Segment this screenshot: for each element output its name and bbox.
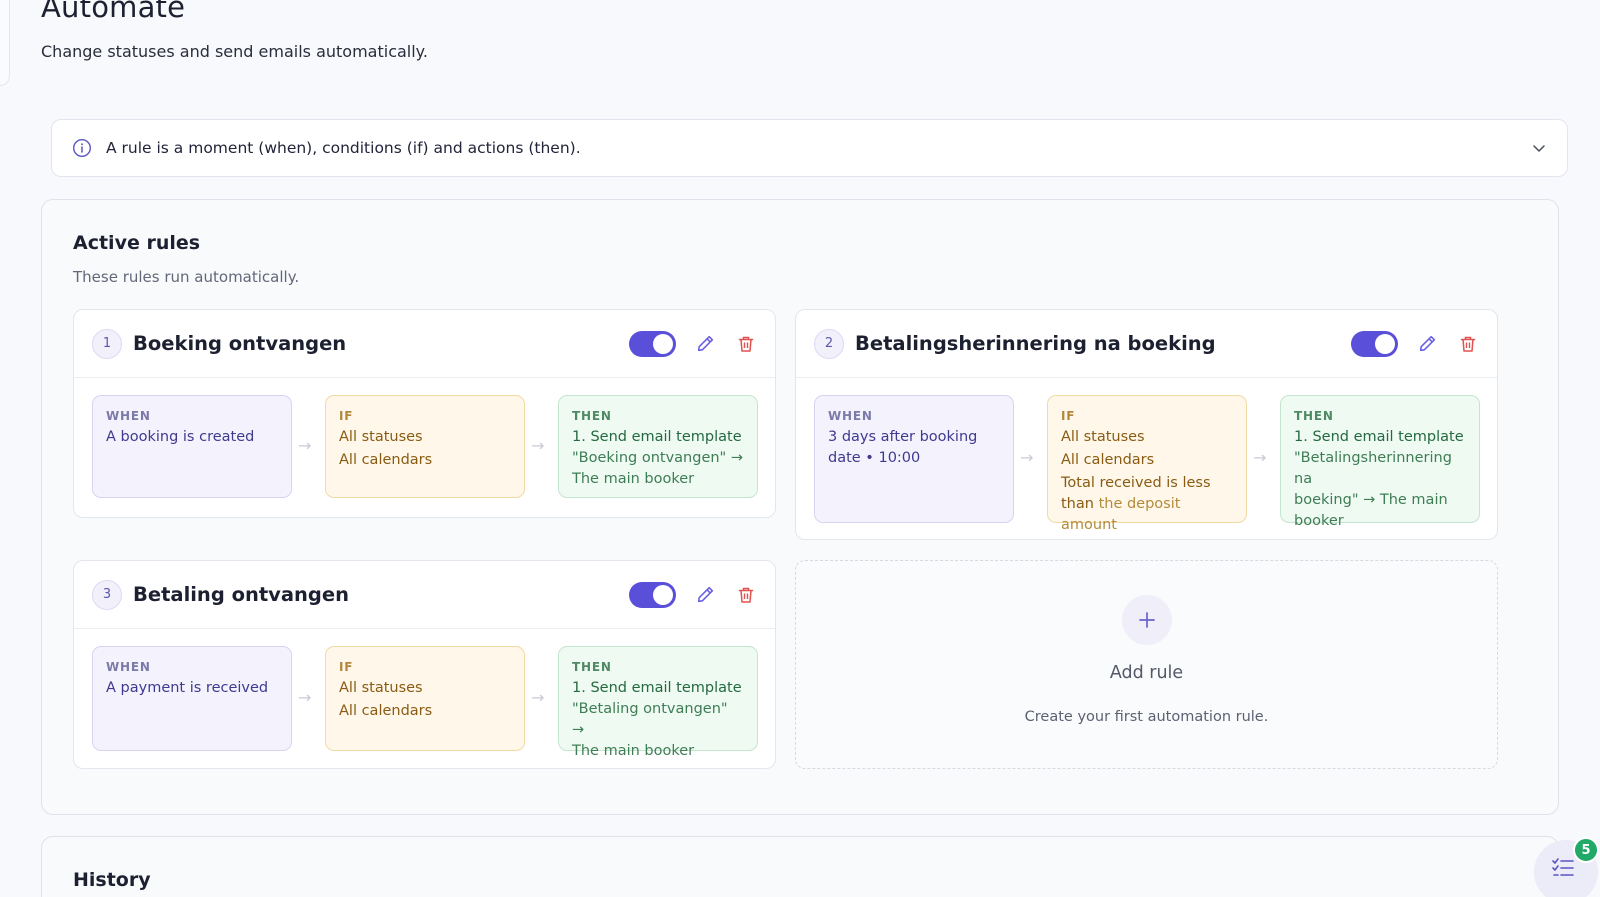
then-action-template: boeking" → The main (1294, 492, 1448, 508)
when-text: 3 days after booking (828, 429, 978, 445)
rule-card-1: 1 Boeking ontvangen WHEN A booking is cr… (73, 309, 776, 518)
checklist-icon (1551, 857, 1575, 879)
then-label: THEN (1294, 409, 1334, 423)
history-section: History (41, 836, 1559, 897)
then-action: 1. Send email template (572, 680, 742, 696)
if-box: IF All statuses All calendars Total rece… (1047, 395, 1247, 533)
add-rule-subtitle: Create your first automation rule. (1024, 709, 1269, 725)
info-accordion[interactable]: A rule is a moment (when), conditions (i… (51, 119, 1568, 177)
plus-icon[interactable] (1122, 595, 1172, 645)
arrow-right-icon: → (298, 688, 312, 707)
when-label: WHEN (106, 660, 151, 674)
rule-title: Boeking ontvangen (133, 332, 347, 355)
rule-header: 1 Boeking ontvangen (74, 310, 775, 378)
arrow-right-icon: → (1253, 448, 1267, 467)
page-title: Automate (41, 0, 186, 24)
arrow-right-icon: → (1020, 448, 1034, 467)
when-text: A booking is created (106, 429, 255, 445)
then-box: THEN 1. Send email template "Boeking ont… (558, 395, 758, 498)
if-box: IF All statuses All calendars (325, 646, 525, 751)
if-label: IF (339, 409, 354, 423)
info-circle-icon (72, 138, 92, 158)
add-rule-card[interactable]: Add rule Create your first automation ru… (795, 560, 1498, 769)
edit-pencil-icon[interactable] (694, 333, 716, 355)
rule-number-badge: 1 (92, 328, 122, 359)
if-condition-value: than the deposit amount (1061, 494, 1233, 536)
info-text: A rule is a moment (when), conditions (i… (106, 139, 581, 157)
rule-title: Betalingsherinnering na boeking (855, 332, 1216, 355)
edit-pencil-icon[interactable] (694, 584, 716, 606)
if-label: IF (339, 660, 354, 674)
then-action-template: "Betaling ontvangen" → (572, 701, 728, 738)
then-action-recipient: The main booker (572, 471, 695, 487)
notification-count-badge: 5 (1573, 837, 1599, 863)
if-condition: All statuses (339, 429, 423, 445)
sidebar-edge (0, 0, 10, 86)
if-condition: All calendars (339, 703, 433, 719)
add-rule-label: Add rule (1109, 663, 1184, 683)
trash-icon[interactable] (735, 584, 757, 606)
when-text: A payment is received (106, 680, 269, 696)
active-rules-section: Active rules These rules run automatical… (41, 199, 1559, 815)
if-condition: All calendars (339, 452, 433, 468)
section-title: Active rules (73, 232, 201, 254)
when-box: WHEN 3 days after booking date • 10:00 (814, 395, 1014, 523)
page-subtitle: Change statuses and send emails automati… (41, 42, 428, 61)
rule-enabled-toggle[interactable] (629, 581, 676, 608)
trash-icon[interactable] (1457, 333, 1479, 355)
then-action-recipient: The main booker (572, 743, 695, 759)
section-subtitle: These rules run automatically. (73, 268, 300, 286)
edit-pencil-icon[interactable] (1416, 333, 1438, 355)
then-label: THEN (572, 660, 612, 674)
if-condition: All statuses (339, 680, 423, 696)
if-label: IF (1061, 409, 1076, 423)
then-action-template: "Betalingsherinnering na (1294, 450, 1452, 487)
then-action: 1. Send email template (572, 429, 742, 445)
rule-number-badge: 2 (814, 328, 844, 359)
history-title: History (73, 869, 151, 891)
chevron-down-icon[interactable] (1531, 140, 1547, 156)
then-box: THEN 1. Send email template "Betalingshe… (1280, 395, 1480, 529)
when-box: WHEN A booking is created (92, 395, 292, 498)
then-action-template: "Boeking ontvangen" → (572, 450, 743, 466)
then-action: 1. Send email template (1294, 429, 1464, 445)
arrow-right-icon: → (298, 436, 312, 455)
rule-header: 3 Betaling ontvangen (74, 561, 775, 629)
rule-enabled-toggle[interactable] (629, 330, 676, 357)
if-box: IF All statuses All calendars (325, 395, 525, 498)
when-label: WHEN (106, 409, 151, 423)
if-condition: All statuses (1061, 429, 1145, 445)
rule-number-badge: 3 (92, 579, 122, 610)
rule-card-2: 2 Betalingsherinnering na boeking WHEN 3… (795, 309, 1498, 540)
then-label: THEN (572, 409, 612, 423)
then-action-recipient: booker (1294, 513, 1344, 529)
arrow-right-icon: → (531, 436, 545, 455)
rule-card-3: 3 Betaling ontvangen WHEN A payment is r… (73, 560, 776, 769)
when-label: WHEN (828, 409, 873, 423)
rule-enabled-toggle[interactable] (1351, 330, 1398, 357)
arrow-right-icon: → (531, 688, 545, 707)
if-condition-text: than (1061, 496, 1094, 512)
if-condition: Total received is less (1061, 475, 1211, 491)
when-text: date • 10:00 (828, 450, 921, 466)
rule-title: Betaling ontvangen (133, 583, 349, 606)
if-condition: All calendars (1061, 452, 1155, 468)
rule-header: 2 Betalingsherinnering na boeking (796, 310, 1497, 378)
when-box: WHEN A payment is received (92, 646, 292, 751)
then-box: THEN 1. Send email template "Betaling on… (558, 646, 758, 759)
trash-icon[interactable] (735, 333, 757, 355)
